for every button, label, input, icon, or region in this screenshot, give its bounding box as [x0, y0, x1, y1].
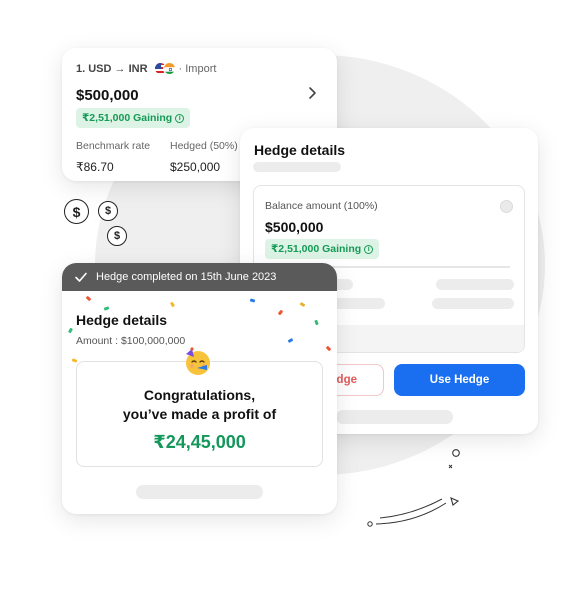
check-icon	[75, 272, 87, 282]
panel-title: Hedge details	[254, 142, 346, 158]
gain-text: ₹2,51,000 Gaining	[271, 243, 362, 255]
benchmark-rate: Benchmark rate ₹86.70	[76, 140, 170, 174]
dollar-icon: $	[107, 226, 127, 246]
dollar-icon: $	[98, 201, 118, 221]
skeleton-line	[336, 410, 453, 424]
flags	[153, 62, 176, 75]
confetti	[325, 345, 332, 352]
gain-badge: ₹2,51,000 Gaining i	[265, 239, 380, 259]
skeleton-line	[253, 162, 341, 172]
congrats-line: Congratulations,	[143, 387, 256, 403]
gain-badge: ₹2,51,000 Gaining i	[76, 108, 191, 128]
party-face-icon	[186, 347, 210, 375]
radio-button[interactable]	[500, 200, 513, 213]
decorative-swoosh-icon	[367, 449, 460, 527]
confetti	[287, 337, 294, 344]
info-icon[interactable]: i	[364, 244, 374, 254]
confetti	[299, 301, 306, 308]
stat-value: ₹86.70	[76, 160, 114, 174]
skeleton-line	[436, 279, 514, 290]
banner-text: Hedge completed on 15th June 2023	[96, 271, 277, 283]
skeleton-line	[432, 298, 514, 309]
balance-label: Balance amount (100%)	[265, 200, 378, 212]
card-title: Hedge details	[76, 312, 168, 328]
confetti	[103, 306, 110, 311]
confetti	[71, 358, 78, 363]
india-flag-icon	[162, 62, 176, 75]
trade-amount: $500,000	[76, 87, 139, 104]
trade-header: 1. USD → INR · Import	[76, 62, 323, 75]
confetti	[67, 327, 74, 334]
confetti	[249, 298, 256, 303]
chevron-right-icon[interactable]	[305, 86, 319, 100]
congrats-line: you’ve made a profit of	[122, 406, 277, 422]
confetti	[169, 301, 176, 308]
confetti	[277, 309, 284, 316]
hedge-completed-card: Hedge completed on 15th June 2023 Hedge …	[62, 263, 337, 514]
confetti	[314, 319, 319, 326]
trade-type: · Import	[178, 62, 217, 75]
amount-line: Amount : $100,000,000	[76, 335, 186, 347]
completion-banner: Hedge completed on 15th June 2023	[62, 263, 337, 291]
confetti	[85, 295, 92, 302]
stat-label: Benchmark rate	[76, 140, 151, 152]
info-icon[interactable]: i	[175, 113, 185, 123]
currency-pair: 1. USD → INR	[76, 62, 148, 75]
use-hedge-button[interactable]: Use Hedge	[394, 364, 525, 396]
dollar-icon: $	[64, 199, 89, 224]
profit-amount: ₹24,45,000	[153, 432, 246, 452]
gain-text: ₹2,51,000 Gaining	[82, 112, 173, 124]
skeleton-line	[136, 485, 263, 499]
balance-amount: $500,000	[265, 219, 324, 235]
